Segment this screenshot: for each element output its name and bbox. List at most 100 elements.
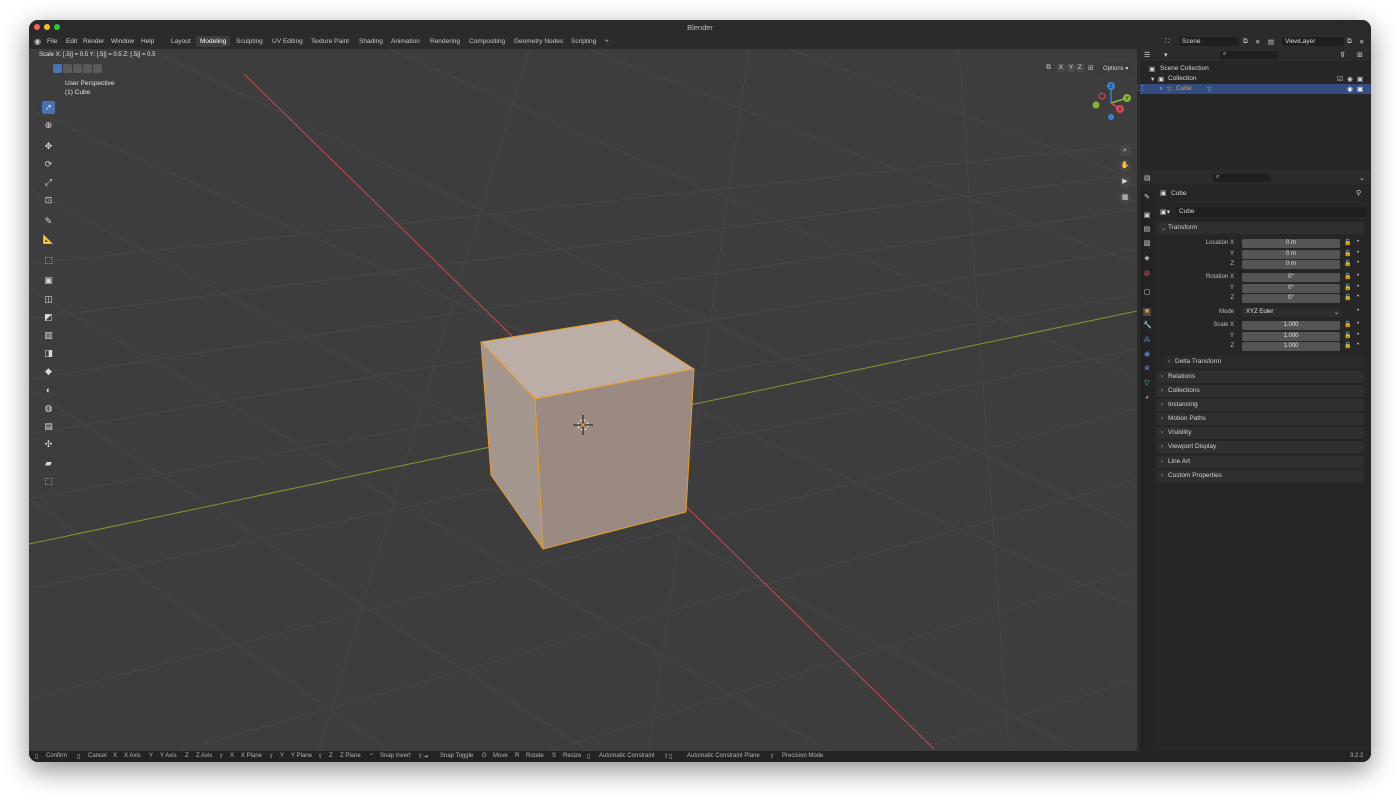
scale-x-field[interactable]: 1.000 [1242, 321, 1340, 330]
options-chevron-icon[interactable]: ⌄ [1359, 174, 1365, 182]
outliner-row-collection[interactable]: ▾ ▣ Collection ☑ ◉ ▣ [1140, 74, 1371, 84]
options-dropdown[interactable]: Options ▾ [1099, 63, 1133, 74]
keyframe-dot-icon[interactable]: • [1357, 294, 1359, 300]
shear-icon[interactable]: ▰ [42, 457, 55, 470]
properties-editor-type-icon[interactable]: ▤ [1144, 174, 1151, 182]
camera-view-icon[interactable]: ▶ [1119, 176, 1131, 188]
location-y-field[interactable]: 0 m [1242, 250, 1340, 259]
rotation-y-field[interactable]: 0° [1242, 284, 1340, 293]
inset-faces-icon[interactable]: ◫ [42, 293, 55, 306]
render-tab-icon[interactable]: ▣ [1143, 212, 1151, 220]
rotation-mode-dropdown[interactable]: XYZ Euler ⌄ [1242, 308, 1342, 317]
collections-panel[interactable]: › Collections [1157, 385, 1364, 397]
rotate-tool-icon[interactable]: ⟳ [42, 158, 55, 171]
lock-icon[interactable]: 🔓 [1344, 294, 1351, 301]
output-tab-icon[interactable]: ▤ [1143, 226, 1151, 234]
tab-geometry-nodes[interactable]: Geometry Nodes [510, 36, 567, 47]
motion-paths-panel[interactable]: › Motion Paths [1157, 413, 1364, 425]
edit-mode-indicator-icon[interactable]: ⬚ [1137, 84, 1144, 92]
keyframe-dot-icon[interactable]: • [1357, 332, 1359, 338]
keyframe-dot-icon[interactable]: • [1357, 321, 1359, 327]
zoom-icon[interactable]: ⌕ [1119, 145, 1131, 157]
custom-properties-panel[interactable]: › Custom Properties [1157, 470, 1364, 482]
rotation-x-field[interactable]: 0° [1242, 273, 1340, 282]
keyframe-dot-icon[interactable]: • [1357, 273, 1359, 279]
auto-merge-icon[interactable]: ⊞ [1088, 64, 1094, 72]
visibility-panel[interactable]: › Visibility [1157, 427, 1364, 439]
select-difference-icon[interactable] [83, 64, 92, 73]
tab-animation[interactable]: Animation [387, 36, 424, 47]
tab-compositing[interactable]: Compositing [465, 36, 509, 47]
keyframe-dot-icon[interactable]: • [1357, 239, 1359, 245]
poly-build-icon[interactable]: ◆ [42, 365, 55, 378]
delta-transform-panel[interactable]: › Delta Transform [1164, 356, 1364, 368]
spin-icon[interactable]: ◐ [42, 384, 55, 397]
view-layer-selector-icon[interactable]: ▤ [1268, 38, 1274, 46]
menu-file[interactable]: File [47, 38, 57, 45]
keyframe-dot-icon[interactable]: • [1357, 260, 1359, 266]
outliner-row-scene-collection[interactable]: ▣ Scene Collection [1140, 64, 1371, 74]
expand-arrow-icon[interactable]: › [1160, 85, 1162, 92]
transform-panel-header[interactable]: ⌄ Transform [1157, 222, 1364, 234]
pan-hand-icon[interactable]: ✋ [1119, 160, 1131, 172]
lock-icon[interactable]: 🔓 [1344, 321, 1351, 328]
mirror-y-toggle[interactable]: Y [1067, 64, 1076, 72]
line-art-panel[interactable]: › Line Art [1157, 456, 1364, 468]
extrude-region-icon[interactable]: ▣ [42, 274, 55, 287]
tab-scripting[interactable]: Scripting [567, 36, 600, 47]
expand-arrow-icon[interactable]: ▾ [1151, 75, 1154, 83]
smooth-icon[interactable]: ◍ [42, 402, 55, 415]
constraints-tab-icon[interactable]: ⊗ [1143, 365, 1151, 373]
object-tab-icon[interactable]: ■ [1143, 308, 1151, 316]
cursor-tool-icon[interactable]: ⊕ [42, 119, 55, 132]
properties-search-input[interactable]: ⌕ [1213, 174, 1271, 182]
new-scene-icon[interactable]: ⧉ [1243, 38, 1248, 46]
lock-icon[interactable]: 🔓 [1344, 250, 1351, 257]
edge-slide-icon[interactable]: ▤ [42, 420, 55, 433]
scene-tab-icon[interactable]: ◈ [1143, 255, 1151, 263]
keyframe-dot-icon[interactable]: • [1357, 308, 1359, 314]
outliner-search-input[interactable]: ⌕ [1220, 51, 1278, 59]
blender-logo-icon[interactable]: ◉ [34, 37, 41, 46]
scale-y-field[interactable]: 1.000 [1242, 332, 1340, 341]
perspective-toggle-icon[interactable]: ▦ [1119, 192, 1131, 204]
bevel-icon[interactable]: ◩ [42, 311, 55, 324]
measure-tool-icon[interactable]: 📐 [42, 233, 55, 246]
menu-window[interactable]: Window [111, 38, 134, 45]
delete-view-layer-icon[interactable]: ✕ [1359, 38, 1364, 46]
annotate-tool-icon[interactable]: ✎ [42, 215, 55, 228]
new-collection-icon[interactable]: ⊞ [1357, 51, 1363, 59]
keyframe-dot-icon[interactable]: • [1357, 284, 1359, 290]
render-camera-icon[interactable]: ▣ [1357, 85, 1363, 93]
outliner-editor-type-icon[interactable]: ☰ [1144, 51, 1150, 59]
outliner-row-cube[interactable]: › ▽ Cube ▽ ◉ ▣ [1140, 84, 1371, 94]
tab-texture-paint[interactable]: Texture Paint [307, 36, 353, 47]
material-tab-icon[interactable]: ◕ [1143, 394, 1151, 402]
lock-icon[interactable]: 🔓 [1344, 239, 1351, 246]
scene-selector-icon[interactable]: ⛶ [1165, 38, 1170, 46]
loop-cut-icon[interactable]: ▥ [42, 329, 55, 342]
navigation-gizmo[interactable]: Z Y X [1087, 79, 1135, 127]
keyframe-dot-icon[interactable]: • [1357, 250, 1359, 256]
move-tool-icon[interactable]: ✥ [42, 140, 55, 153]
visibility-eye-icon[interactable]: ◉ [1347, 85, 1353, 93]
world-tab-icon[interactable]: ◍ [1143, 270, 1151, 278]
select-new-icon[interactable] [53, 64, 62, 73]
rip-region-icon[interactable]: ⬚ [42, 475, 55, 488]
tab-shading[interactable]: Shading [355, 36, 387, 47]
lock-icon[interactable]: 🔓 [1344, 342, 1351, 349]
mesh-data-tab-icon[interactable]: ▽ [1143, 380, 1151, 388]
tab-rendering[interactable]: Rendering [426, 36, 464, 47]
delete-scene-icon[interactable]: ✕ [1255, 38, 1260, 46]
new-view-layer-icon[interactable]: ⧉ [1347, 38, 1352, 46]
modifier-tab-icon[interactable]: 🔧 [1143, 322, 1152, 330]
instancing-panel[interactable]: › Instancing [1157, 399, 1364, 411]
lock-icon[interactable]: 🔓 [1344, 273, 1351, 280]
mesh-data-icon[interactable]: ▽ [1207, 85, 1212, 93]
lock-icon[interactable]: 🔓 [1344, 332, 1351, 339]
collection-tab-icon[interactable]: ▢ [1143, 289, 1151, 297]
lock-icon[interactable]: 🔓 [1344, 284, 1351, 291]
exclude-checkbox-icon[interactable]: ☑ [1337, 75, 1343, 83]
view-layer-field[interactable]: ViewLayer [1282, 37, 1344, 46]
mirror-z-toggle[interactable]: Z [1076, 64, 1084, 72]
